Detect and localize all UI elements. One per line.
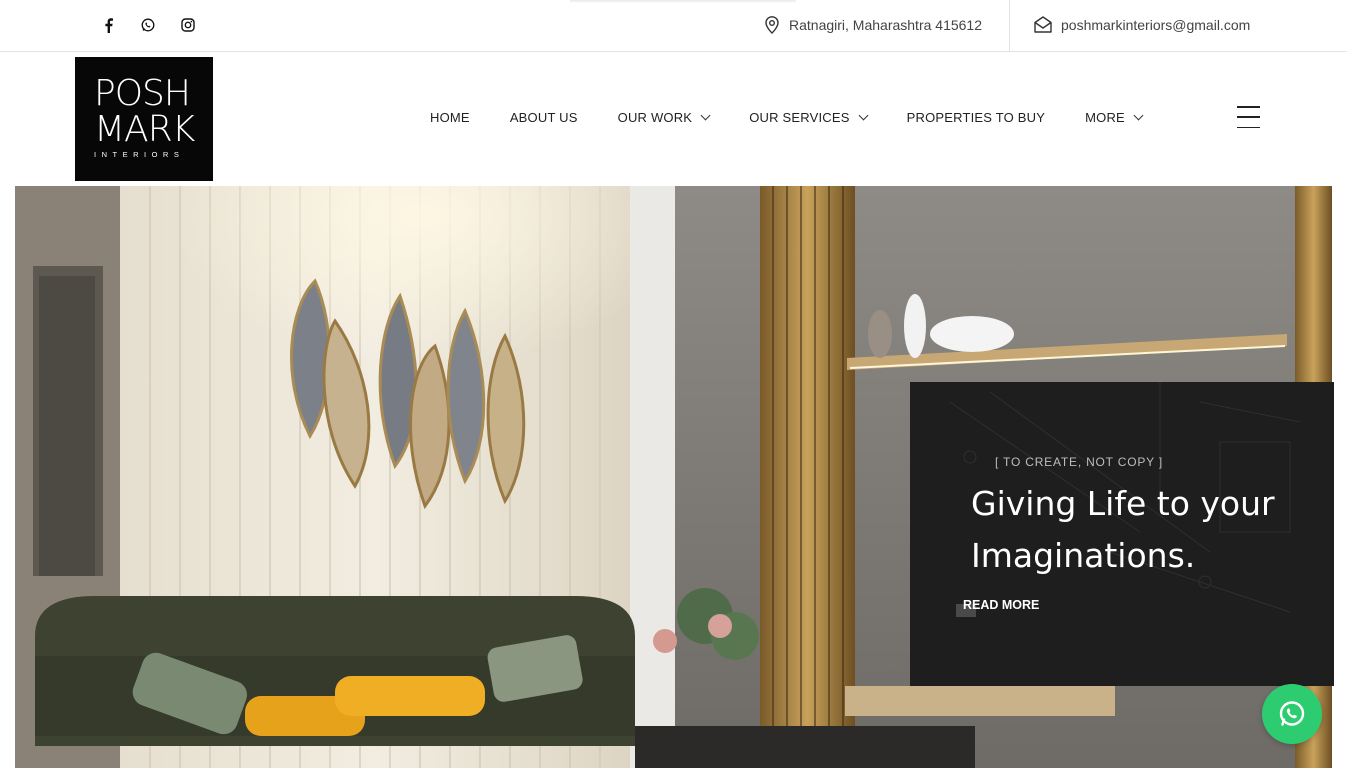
email-link[interactable]: poshmarkinteriors@gmail.com <box>1061 17 1250 33</box>
header-shadow <box>570 0 796 3</box>
chevron-down-icon <box>700 110 711 121</box>
logo-line-2: MARK <box>94 109 195 150</box>
hero-kicker: [ TO CREATE, NOT COPY ] <box>995 455 1163 469</box>
nav-label: HOME <box>430 110 470 125</box>
envelope-icon <box>1034 16 1052 33</box>
nav-item-home[interactable]: HOME <box>430 110 470 125</box>
nav-item-about-us[interactable]: ABOUT US <box>510 110 578 125</box>
nav-label: PROPERTIES TO BUY <box>906 110 1046 125</box>
email-info[interactable]: poshmarkinteriors@gmail.com <box>1034 16 1250 33</box>
hamburger-menu-icon[interactable] <box>1237 106 1260 128</box>
nav-label: MORE <box>1085 110 1125 125</box>
social-links <box>100 17 196 33</box>
nav-label: OUR WORK <box>617 110 693 125</box>
chevron-down-icon <box>858 110 869 121</box>
site-logo[interactable]: POSH MARK INTERIORS <box>75 57 213 181</box>
whatsapp-icon <box>1279 701 1305 726</box>
map-pin-icon <box>765 16 779 34</box>
location-text: Ratnagiri, Maharashtra 415612 <box>789 17 983 33</box>
nav-item-our-work[interactable]: OUR WORK <box>617 110 711 125</box>
whatsapp-chat-button[interactable] <box>1262 684 1322 744</box>
location-info: Ratnagiri, Maharashtra 415612 <box>764 16 982 34</box>
whatsapp-icon[interactable] <box>140 17 156 33</box>
nav-item-our-services[interactable]: OUR SERVICES <box>749 110 869 125</box>
nav-label: ABOUT US <box>509 110 578 125</box>
logo-line-3: INTERIORS <box>94 150 185 159</box>
logo-line-1: POSH <box>94 73 191 114</box>
topbar-divider <box>1009 0 1010 51</box>
top-bar: Ratnagiri, Maharashtra 415612 poshmarkin… <box>0 0 1347 52</box>
nav-label: OUR SERVICES <box>749 110 850 125</box>
nav-item-properties-to-buy[interactable]: PROPERTIES TO BUY <box>907 110 1046 125</box>
instagram-icon[interactable] <box>180 17 196 33</box>
hero-headline: Giving Life to your Imaginations. <box>971 484 1275 575</box>
hero-caption-card: [ TO CREATE, NOT COPY ] Giving Life to y… <box>910 382 1334 686</box>
chevron-down-icon <box>1133 110 1144 121</box>
read-more-button[interactable]: READ MORE <box>963 598 1039 612</box>
facebook-icon[interactable] <box>100 17 116 33</box>
nav-item-more[interactable]: MORE <box>1085 110 1144 125</box>
main-nav: HOME ABOUT US OUR WORK OUR SERVICES PROP… <box>430 110 1144 125</box>
